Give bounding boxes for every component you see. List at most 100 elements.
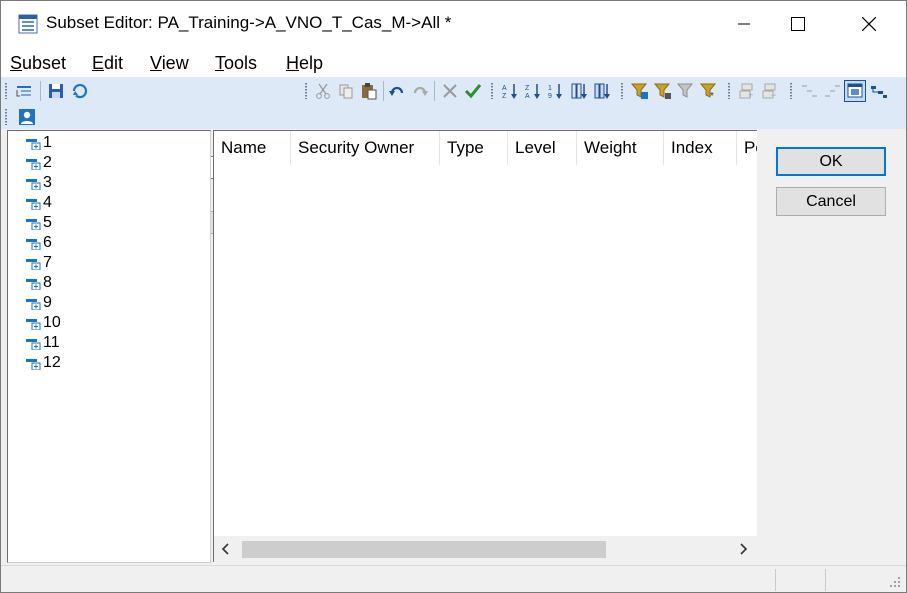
- toolbar-grip[interactable]: [790, 83, 792, 99]
- column-header-security-owner[interactable]: Security Owner: [291, 131, 440, 165]
- tree-item[interactable]: 9: [26, 293, 52, 313]
- element-icon: [26, 298, 41, 310]
- menu-view[interactable]: View: [150, 53, 189, 74]
- minimize-button[interactable]: [721, 1, 767, 46]
- status-pane: [775, 569, 826, 591]
- tree-item[interactable]: 4: [26, 193, 52, 213]
- close-icon: [862, 16, 876, 31]
- save-as-icon[interactable]: [71, 82, 89, 100]
- sort-index-descending-icon[interactable]: [593, 82, 611, 100]
- resize-grip-icon[interactable]: [889, 576, 901, 588]
- tree-item-label: 10: [43, 314, 61, 331]
- subset-tree[interactable]: 1 2 3 4 5 6 7 8 9 10 11 12: [7, 130, 211, 563]
- checkmark-icon[interactable]: [464, 82, 482, 100]
- tree-item-label: 8: [43, 274, 52, 291]
- filter-by-wildcard-icon[interactable]: *: [700, 82, 718, 100]
- main-toolbar: AZ ZA 19 * + −: [1, 77, 906, 179]
- column-header-position[interactable]: Po: [737, 131, 757, 165]
- tree-item[interactable]: 1: [26, 133, 52, 153]
- toolbar-grip[interactable]: [491, 83, 493, 99]
- tree-item-label: 5: [43, 214, 52, 231]
- drill-down-icon[interactable]: [800, 82, 818, 100]
- tree-item[interactable]: 7: [26, 253, 52, 273]
- svg-text:−: −: [771, 90, 776, 100]
- alias-toolbar: [1, 105, 906, 234]
- column-header-weight[interactable]: Weight: [577, 131, 664, 165]
- toolbar-separator: [434, 81, 435, 101]
- sort-descending-icon[interactable]: ZA: [524, 82, 542, 100]
- filter-by-level-icon[interactable]: [631, 82, 649, 100]
- ok-button[interactable]: OK: [776, 147, 886, 176]
- hierarchy-view-icon[interactable]: [870, 82, 888, 100]
- menu-tools-label: ools: [224, 53, 258, 73]
- column-header-index[interactable]: Index: [664, 131, 737, 165]
- svg-text:9: 9: [548, 93, 552, 100]
- scroll-right-icon[interactable]: [737, 543, 749, 555]
- scroll-left-icon[interactable]: [220, 543, 232, 555]
- menu-help[interactable]: Help: [286, 53, 323, 74]
- menu-view-accel: V: [150, 53, 162, 73]
- tree-item[interactable]: 10: [26, 313, 61, 333]
- menu-edit[interactable]: Edit: [92, 53, 123, 74]
- svg-text:A: A: [502, 85, 507, 92]
- copy-icon[interactable]: [337, 82, 355, 100]
- filter-by-attribute-icon[interactable]: [677, 82, 695, 100]
- properties-window-button[interactable]: [844, 80, 866, 102]
- alias-user-icon[interactable]: [18, 108, 36, 126]
- subset-editor-app-icon: [18, 14, 38, 34]
- menu-tools-accel: T: [215, 53, 224, 73]
- filter-by-expression-icon[interactable]: [654, 82, 672, 100]
- expand-icon[interactable]: +: [738, 82, 756, 100]
- tree-item[interactable]: 3: [26, 173, 52, 193]
- delete-icon[interactable]: [441, 82, 459, 100]
- toolbar-grip[interactable]: [5, 109, 7, 125]
- toolbar-grip[interactable]: [728, 83, 730, 99]
- undo-icon[interactable]: [388, 82, 406, 100]
- toolbar-grip[interactable]: [305, 83, 307, 99]
- sort-ascending-icon[interactable]: AZ: [501, 82, 519, 100]
- horizontal-scrollbar[interactable]: [214, 536, 757, 562]
- column-header-level[interactable]: Level: [508, 131, 577, 165]
- tree-item[interactable]: 11: [26, 333, 60, 353]
- tree-item[interactable]: 5: [26, 213, 52, 233]
- title-bar[interactable]: Subset Editor: PA_Training->A_VNO_T_Cas_…: [1, 1, 906, 46]
- tree-item-label: 12: [43, 354, 61, 371]
- menu-edit-accel: E: [92, 53, 105, 73]
- column-header-name[interactable]: Name: [214, 131, 291, 165]
- redo-icon[interactable]: [411, 82, 429, 100]
- properties-grid[interactable]: Name Security Owner Type Level Weight In…: [213, 130, 757, 562]
- tree-item[interactable]: 2: [26, 153, 52, 173]
- roll-up-icon[interactable]: [823, 82, 841, 100]
- menu-subset[interactable]: Subset: [10, 53, 66, 74]
- save-icon[interactable]: [47, 82, 65, 100]
- paste-icon[interactable]: [360, 82, 378, 100]
- element-icon: [26, 138, 41, 150]
- window-title: Subset Editor: PA_Training->A_VNO_T_Cas_…: [46, 13, 452, 32]
- menu-view-label: iew: [161, 53, 189, 73]
- cancel-button[interactable]: Cancel: [776, 187, 886, 216]
- menu-tools[interactable]: Tools: [215, 53, 257, 74]
- toolbar-grip[interactable]: [621, 83, 623, 99]
- new-subset-icon[interactable]: [15, 82, 33, 100]
- cut-icon[interactable]: [314, 82, 332, 100]
- minimize-icon: [738, 23, 750, 24]
- tree-item[interactable]: 8: [26, 273, 52, 293]
- sort-index-ascending-icon[interactable]: [570, 82, 588, 100]
- tree-item[interactable]: 12: [26, 353, 61, 373]
- maximize-button[interactable]: [775, 1, 821, 46]
- column-header-type[interactable]: Type: [440, 131, 508, 165]
- close-button[interactable]: [846, 1, 892, 46]
- scrollbar-thumb[interactable]: [242, 541, 606, 558]
- element-icon: [26, 258, 41, 270]
- element-icon: [26, 238, 41, 250]
- svg-text:Z: Z: [525, 85, 530, 92]
- maximize-icon: [791, 16, 805, 31]
- toolbar-separator: [383, 81, 384, 101]
- status-bar: [1, 565, 906, 592]
- tree-item-label: 4: [43, 194, 52, 211]
- tree-item[interactable]: 6: [26, 233, 52, 253]
- collapse-icon[interactable]: −: [761, 82, 779, 100]
- toolbar-grip[interactable]: [5, 83, 7, 99]
- sort-hierarchy-icon[interactable]: 19: [547, 82, 565, 100]
- tree-item-label: 3: [43, 174, 52, 191]
